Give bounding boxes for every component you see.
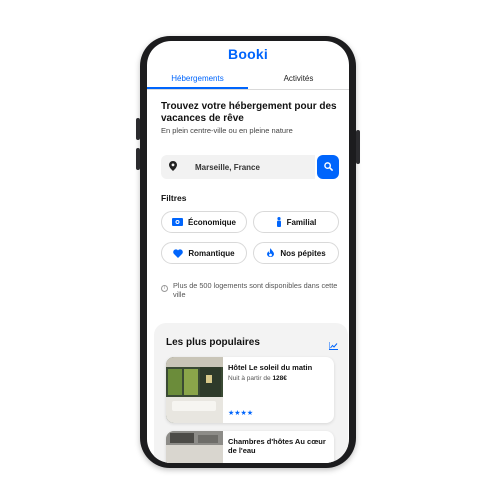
money-icon — [171, 218, 183, 226]
app-header: Booki — [147, 41, 349, 71]
price-prefix: Nuit à partir de — [228, 375, 273, 382]
filters-label: Filtres — [161, 193, 187, 203]
filter-familial[interactable]: Familial — [253, 211, 339, 233]
page-title: Trouvez votre hébergement pour des vacan… — [161, 101, 337, 124]
phone-screen: Booki Hébergements Activités Trouvez vot… — [147, 41, 349, 463]
filter-nos-pepites[interactable]: Nos pépites — [253, 242, 339, 264]
search-icon — [323, 158, 333, 176]
filter-economique[interactable]: Économique — [161, 211, 247, 233]
phone-side-button — [136, 118, 140, 140]
accommodation-card[interactable]: Hôtel Le soleil du matin Nuit à partir d… — [166, 357, 334, 423]
search-input[interactable] — [185, 155, 315, 179]
popular-title: Les plus populaires — [166, 337, 260, 348]
map-pin-icon — [169, 158, 177, 176]
tab-activites[interactable]: Activités — [248, 68, 349, 89]
booki-logo[interactable]: Booki — [147, 46, 349, 62]
price-value: 128€ — [272, 375, 287, 382]
card-price: Nuit à partir de 128€ — [228, 375, 287, 382]
card-title: Chambres d'hôtes Au cœur de l'eau — [228, 437, 326, 455]
accommodation-card[interactable]: Chambres d'hôtes Au cœur de l'eau — [166, 431, 334, 463]
info-text: Plus de 500 logements sont disponibles d… — [173, 281, 338, 299]
fire-icon — [266, 248, 275, 258]
search-bar — [161, 155, 339, 179]
page-subtitle: En plein centre-ville ou en pleine natur… — [161, 126, 293, 135]
location-box — [161, 155, 185, 179]
filter-romantique[interactable]: Romantique — [161, 242, 247, 264]
info-icon: i — [161, 285, 168, 292]
filter-label: Familial — [286, 217, 317, 227]
person-icon — [276, 217, 282, 227]
guesthouse-photo — [166, 431, 223, 463]
chart-icon[interactable] — [328, 337, 338, 355]
phone-side-button — [136, 148, 140, 170]
tab-hebergements[interactable]: Hébergements — [147, 68, 248, 89]
tab-bar: Hébergements Activités — [147, 68, 349, 90]
popular-section: Les plus populaires Hôtel Le soleil du m… — [154, 323, 348, 463]
filter-label: Nos pépites — [280, 248, 326, 258]
filter-label: Économique — [187, 217, 236, 227]
star-rating: ★★★★ — [228, 410, 254, 417]
hotel-photo — [166, 357, 223, 423]
info-message: i Plus de 500 logements sont disponibles… — [161, 281, 343, 299]
search-button[interactable] — [317, 155, 339, 179]
heart-icon — [173, 248, 184, 258]
phone-power-button — [356, 130, 360, 164]
card-title: Hôtel Le soleil du matin — [228, 363, 313, 372]
filter-label: Romantique — [188, 248, 235, 258]
